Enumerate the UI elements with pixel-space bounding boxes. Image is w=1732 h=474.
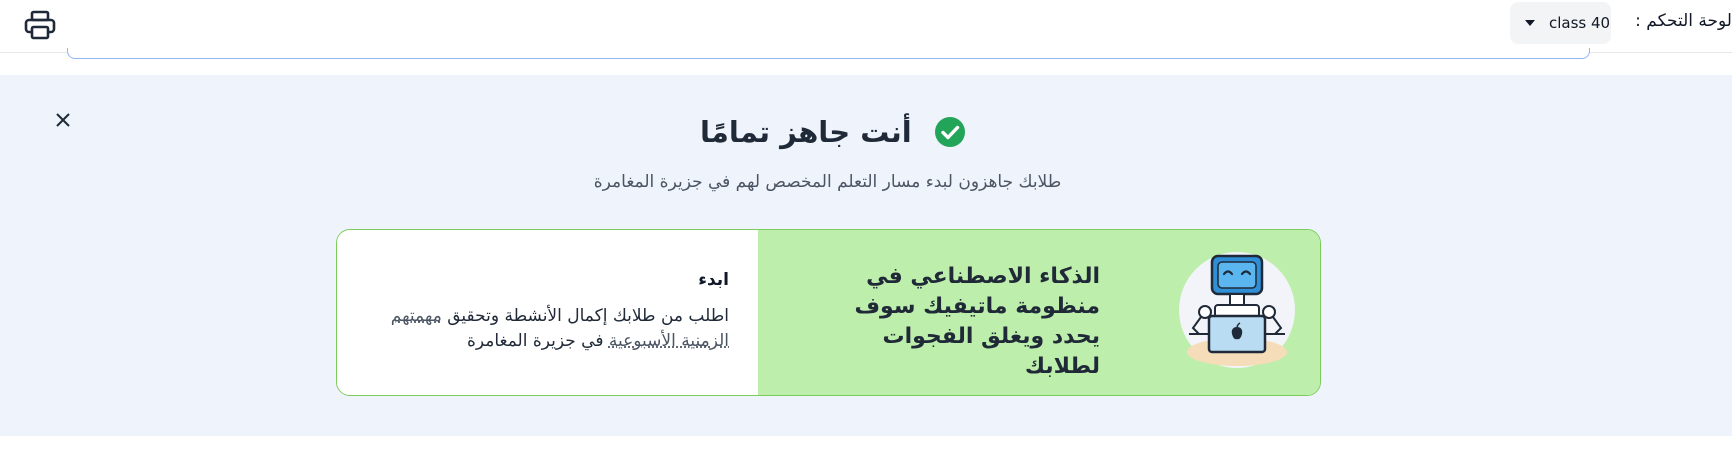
start-panel: ابدء اطلب من طلابك إكمال الأنشطة وتحقيق …	[337, 230, 758, 395]
top-bar: class 40 لوحة التحكم :	[0, 0, 1732, 53]
banner-subtitle: طلابك جاهزون لبدء مسار التعلم المخصص لهم…	[593, 172, 1062, 192]
check-circle-icon	[934, 116, 966, 148]
start-text: اطلب من طلابك إكمال الأنشطة وتحقيق مهمته…	[369, 304, 729, 354]
class-select[interactable]: class 40	[1510, 2, 1611, 44]
close-icon[interactable]	[55, 112, 71, 128]
caret-down-icon	[1525, 20, 1535, 26]
ai-panel: الذكاء الاصطناعي في منظومة ماتيفيك سوف ي…	[758, 230, 1320, 395]
start-text-after: في جزيرة المغامرة	[466, 331, 609, 351]
robot-laptop-illustration	[1175, 248, 1299, 372]
class-select-value: class 40	[1549, 14, 1611, 32]
content-panel-edge	[67, 48, 1590, 59]
banner-headline: أنت جاهز تمامًا	[700, 110, 966, 154]
ai-info-card: ابدء اطلب من طلابك إكمال الأنشطة وتحقيق …	[336, 229, 1321, 396]
dashboard-label: لوحة التحكم :	[1635, 11, 1732, 31]
start-text-before: اطلب من طلابك إكمال الأنشطة وتحقيق	[441, 306, 729, 326]
ai-description: الذكاء الاصطناعي في منظومة ماتيفيك سوف ي…	[854, 264, 1100, 379]
start-title: ابدء	[698, 270, 729, 290]
banner-title: أنت جاهز تمامًا	[700, 115, 912, 149]
printer-icon[interactable]	[23, 9, 57, 41]
